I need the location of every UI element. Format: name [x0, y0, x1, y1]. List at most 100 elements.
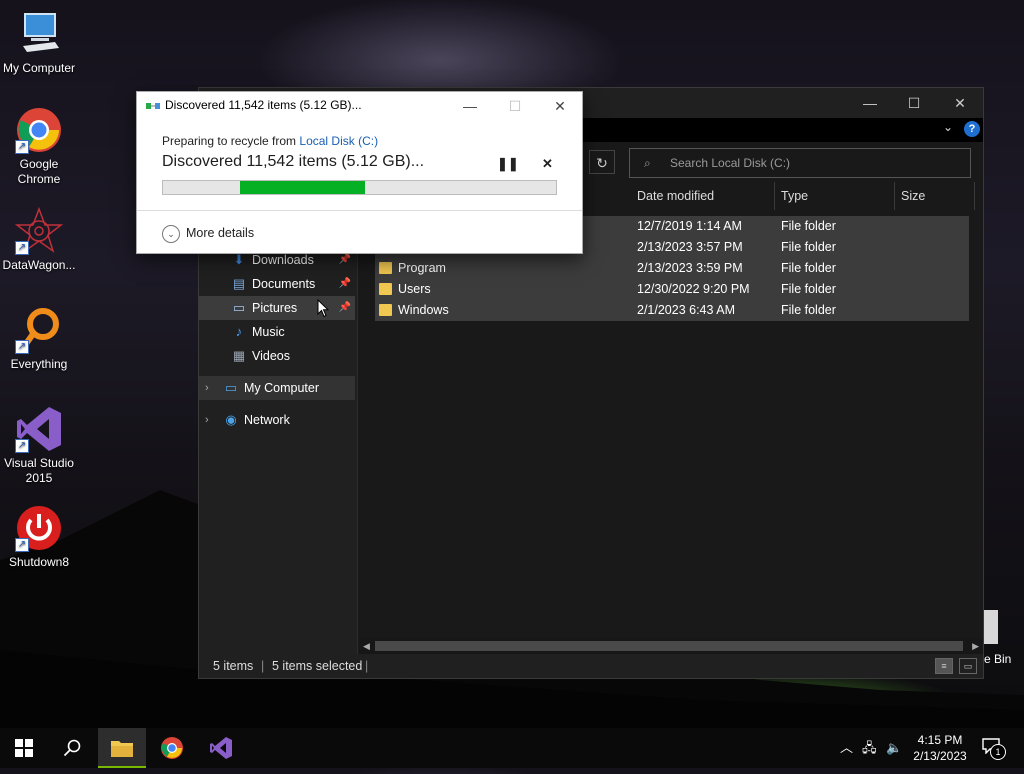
network-icon: ◉ — [225, 412, 237, 427]
desktop-icon-label: Everything — [10, 357, 68, 371]
horizontal-scrollbar[interactable]: ◀ ▶ — [359, 638, 983, 654]
start-button[interactable] — [0, 728, 48, 768]
search-icon: ⌕ — [644, 156, 651, 170]
source-location-link[interactable]: Local Disk (C:) — [299, 134, 378, 148]
more-details-toggle[interactable]: ⌄ More details — [162, 223, 254, 243]
music-icon: ♪ — [235, 324, 243, 339]
shortcut-arrow-icon: ↗ — [15, 439, 29, 453]
nav-item-music[interactable]: ♪ Music — [199, 320, 355, 344]
chevron-down-icon: ⌄ — [162, 224, 180, 243]
desktop-icon-google-chrome[interactable]: ↗ Google Chrome — [2, 106, 76, 187]
taskbar-chrome[interactable] — [148, 728, 196, 768]
preparing-prefix: Preparing to recycle from — [162, 134, 300, 148]
nav-item-videos[interactable]: ▦ Videos — [199, 344, 355, 368]
desktop-icon-datawagon[interactable]: ↗ DataWagon... — [2, 206, 76, 273]
dialog-minimize-button[interactable]: — — [447, 92, 493, 120]
chevron-right-icon[interactable]: › — [205, 408, 209, 432]
row-date: 2/13/2023 3:57 PM — [637, 240, 743, 254]
folder-icon — [379, 262, 392, 274]
close-button[interactable]: ✕ — [937, 88, 983, 118]
table-row[interactable]: Program Files (x86) 2/13/2023 3:59 PM Fi… — [375, 258, 969, 317]
nav-item-documents[interactable]: ▤ Documents 📌 — [199, 272, 355, 296]
row-type: File folder — [781, 219, 836, 233]
row-name: Windows — [398, 303, 449, 317]
table-row[interactable]: Users 12/30/2022 9:20 PM File folder — [375, 279, 969, 300]
clock-time: 4:15 PM — [917, 733, 963, 747]
help-icon[interactable]: ? — [964, 121, 980, 137]
large-icons-view-icon[interactable]: ▭ — [959, 658, 977, 674]
scrollbar-thumb[interactable] — [375, 641, 963, 651]
search-placeholder: Search Local Disk (C:) — [670, 156, 791, 170]
mouse-cursor-icon — [317, 299, 329, 318]
row-type: File folder — [781, 261, 836, 275]
nav-item-network[interactable]: › ◉ Network — [199, 408, 355, 432]
video-icon: ▦ — [232, 348, 246, 363]
more-details-label: More details — [186, 226, 255, 240]
taskbar-visual-studio[interactable] — [197, 728, 245, 768]
desktop-icon-recycle-bin[interactable]: e Bin — [984, 610, 1024, 670]
visual-studio-icon — [210, 737, 232, 759]
nav-item-label: Network — [244, 413, 290, 427]
status-selected-count: 5 items selected — [272, 659, 363, 673]
notification-center-button[interactable]: 1 — [982, 738, 1006, 760]
desktop-icon-label: Visual Studio 2015 — [4, 456, 74, 485]
desktop-icon-everything[interactable]: ↗ Everything — [2, 306, 76, 372]
scroll-right-icon[interactable]: ▶ — [972, 638, 979, 654]
desktop-icon-label: Shutdown8 — [8, 555, 70, 569]
scroll-left-icon[interactable]: ◀ — [363, 638, 370, 654]
column-header-type[interactable]: Type — [775, 182, 895, 210]
network-icon[interactable]: 🖧 — [862, 728, 877, 768]
pin-icon: 📌 — [338, 302, 351, 313]
cancel-button[interactable]: ✕ — [542, 156, 553, 172]
refresh-button[interactable]: ↻ — [589, 150, 615, 174]
computer-icon: ▭ — [224, 380, 238, 395]
status-divider: | — [261, 659, 265, 673]
dialog-close-button[interactable]: ✕ — [537, 92, 583, 120]
taskbar-clock[interactable]: 4:15 PM 2/13/2023 — [900, 732, 980, 764]
row-date: 12/30/2022 9:20 PM — [637, 282, 750, 296]
desktop-icon-visual-studio[interactable]: ↗ Visual Studio 2015 — [2, 405, 76, 486]
chevron-right-icon[interactable]: › — [205, 376, 209, 400]
row-date: 2/1/2023 6:43 AM — [637, 303, 735, 317]
minimize-button[interactable]: — — [847, 88, 893, 118]
nav-item-label: My Computer — [244, 381, 320, 395]
taskbar: ︿ 🖧 🔈 4:15 PM 2/13/2023 1 — [0, 728, 1024, 768]
desktop-icon-label: My Computer — [2, 61, 76, 75]
search-input[interactable]: ⌕ Search Local Disk (C:) — [629, 148, 971, 178]
desktop-icon-shutdown8[interactable]: ↗ Shutdown8 — [2, 504, 76, 570]
details-view-icon[interactable]: ≡ — [935, 658, 953, 674]
column-header-size[interactable]: Size — [895, 182, 975, 210]
preparing-text: Preparing to recycle from Local Disk (C:… — [162, 134, 378, 148]
shortcut-arrow-icon: ↗ — [15, 340, 29, 354]
desktop-icon-my-computer[interactable]: My Computer — [2, 10, 76, 76]
nav-item-label: Documents — [252, 277, 316, 291]
nav-item-my-computer[interactable]: › ▭ My Computer — [199, 376, 355, 400]
download-icon: ⬇ — [233, 252, 245, 267]
progress-bar — [162, 180, 557, 195]
taskbar-search-button[interactable] — [48, 728, 96, 768]
status-bar: 5 items | 5 items selected | ≡ ▭ — [199, 654, 983, 678]
shortcut-arrow-icon: ↗ — [15, 140, 29, 154]
show-hidden-icons-chevron-up-icon[interactable]: ︿ — [840, 728, 853, 768]
pause-button[interactable]: ❚❚ — [497, 156, 519, 172]
dialog-maximize-button: ☐ — [508, 98, 522, 114]
recycle-bin-icon — [984, 610, 998, 644]
everything-icon: ↗ — [15, 306, 63, 354]
column-header-date-modified[interactable]: Date modified — [631, 182, 775, 210]
file-transfer-icon — [146, 103, 160, 109]
nav-item-label: Videos — [252, 349, 290, 363]
table-row[interactable]: Windows 2/1/2023 6:43 AM File folder — [375, 300, 969, 321]
ribbon-expand-icon[interactable]: ⌄ — [943, 120, 953, 134]
nav-item-pictures[interactable]: ▭ Pictures 📌 — [199, 296, 355, 320]
row-date: 12/7/2019 1:14 AM — [637, 219, 742, 233]
notification-count-badge: 1 — [990, 744, 1006, 760]
taskbar-file-explorer[interactable] — [98, 728, 146, 768]
status-item-count: 5 items — [213, 659, 254, 673]
desktop-icon-label: e Bin — [984, 652, 1012, 666]
row-name: Users — [398, 282, 431, 296]
recycle-progress-dialog: Discovered 11,542 items (5.12 GB)... — ☐… — [136, 91, 583, 254]
dialog-title: Discovered 11,542 items (5.12 GB)... — [165, 98, 362, 112]
pin-icon: 📌 — [338, 278, 351, 289]
maximize-button[interactable]: ☐ — [891, 88, 937, 118]
windows-icon — [15, 739, 33, 757]
